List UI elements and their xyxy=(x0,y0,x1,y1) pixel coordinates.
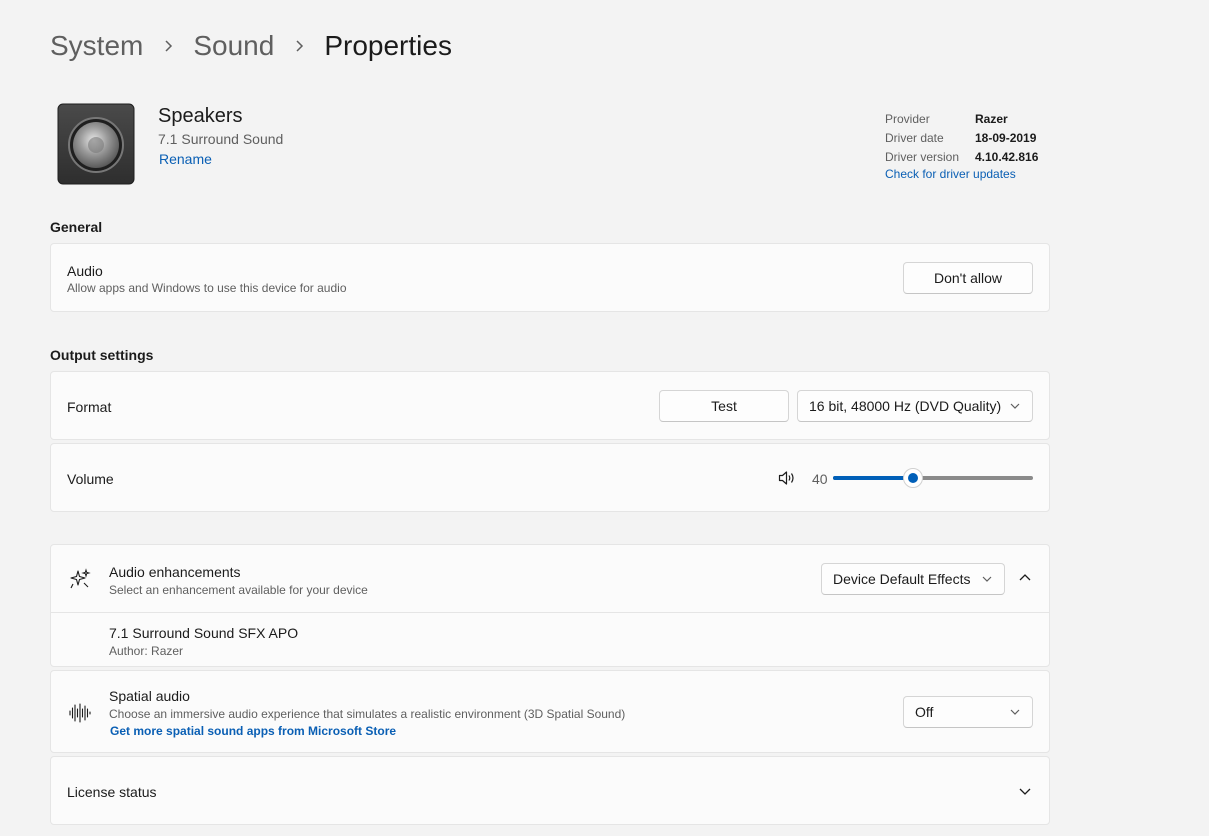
driver-label: Provider xyxy=(885,111,930,126)
spatial-audio-select[interactable]: Off xyxy=(903,696,1033,728)
audio-title: Audio xyxy=(67,263,103,279)
spatial-audio-title: Spatial audio xyxy=(109,688,190,704)
volume-slider-fill xyxy=(833,476,913,480)
license-status-title: License status xyxy=(67,784,157,800)
audio-description: Allow apps and Windows to use this devic… xyxy=(67,281,347,295)
license-status-card[interactable]: License status xyxy=(50,756,1050,825)
driver-label: Driver version xyxy=(885,149,960,164)
driver-version-row: Driver version 4.10.42.816 xyxy=(885,147,1038,166)
enhancements-select[interactable]: Device Default Effects xyxy=(821,563,1005,595)
driver-provider-row: Provider Razer xyxy=(885,109,1038,128)
driver-value: 18-09-2019 xyxy=(975,130,1037,145)
spatial-audio-card: Spatial audio Choose an immersive audio … xyxy=(50,670,1050,753)
chevron-down-icon xyxy=(1019,788,1031,796)
chevron-down-icon xyxy=(1010,403,1020,409)
check-driver-updates-link[interactable]: Check for driver updates xyxy=(885,167,1038,181)
enhancement-item-author: Author: Razer xyxy=(109,644,184,658)
spatial-audio-description: Choose an immersive audio experience tha… xyxy=(109,707,626,721)
format-select-value: 16 bit, 48000 Hz (DVD Quality) xyxy=(809,398,1002,414)
chevron-down-icon xyxy=(982,576,992,582)
enhancements-card: Audio enhancements Select an enhancement… xyxy=(50,544,1050,667)
divider xyxy=(51,612,1049,613)
device-name: Speakers xyxy=(158,105,243,127)
device-subtitle: 7.1 Surround Sound xyxy=(158,131,284,147)
breadcrumb: System Sound Properties xyxy=(50,30,452,62)
driver-value: Razer xyxy=(975,111,1008,126)
driver-label: Driver date xyxy=(885,130,944,145)
enhancements-title: Audio enhancements xyxy=(109,564,241,580)
volume-slider-thumb[interactable] xyxy=(903,468,923,488)
format-select[interactable]: 16 bit, 48000 Hz (DVD Quality) xyxy=(797,390,1033,422)
dont-allow-button[interactable]: Don't allow xyxy=(903,262,1033,294)
breadcrumb-properties: Properties xyxy=(324,30,452,61)
enhancement-sparkle-icon xyxy=(69,568,91,590)
breadcrumb-sound[interactable]: Sound xyxy=(193,30,274,62)
section-title-output: Output settings xyxy=(50,347,154,363)
chevron-down-icon xyxy=(1010,709,1020,715)
speaker-icon xyxy=(57,103,135,185)
chevron-up-icon[interactable] xyxy=(1019,573,1031,581)
enhancement-item-title: 7.1 Surround Sound SFX APO xyxy=(109,625,299,641)
test-button[interactable]: Test xyxy=(659,390,789,422)
volume-title: Volume xyxy=(67,471,114,487)
waveform-icon xyxy=(69,703,91,723)
chevron-right-icon xyxy=(294,39,304,53)
volume-card: Volume 40 xyxy=(50,443,1050,512)
spatial-audio-select-value: Off xyxy=(915,704,934,720)
breadcrumb-system[interactable]: System xyxy=(50,30,143,62)
microsoft-store-link[interactable]: Get more spatial sound apps from Microso… xyxy=(110,724,396,738)
section-title-general: General xyxy=(50,219,103,235)
chevron-right-icon xyxy=(163,39,173,53)
enhancements-select-value: Device Default Effects xyxy=(833,571,971,587)
format-card: Format Test 16 bit, 48000 Hz (DVD Qualit… xyxy=(50,371,1050,440)
audio-card: Audio Allow apps and Windows to use this… xyxy=(50,243,1050,312)
enhancements-description: Select an enhancement available for your… xyxy=(109,583,368,597)
rename-link[interactable]: Rename xyxy=(159,151,212,167)
format-title: Format xyxy=(67,399,112,415)
driver-info: Provider Razer Driver date 18-09-2019 Dr… xyxy=(885,109,1038,182)
volume-slider[interactable] xyxy=(833,468,1033,488)
volume-icon[interactable] xyxy=(778,470,796,486)
driver-value: 4.10.42.816 xyxy=(975,149,1039,164)
driver-date-row: Driver date 18-09-2019 xyxy=(885,128,1038,147)
volume-value: 40 xyxy=(812,471,828,487)
